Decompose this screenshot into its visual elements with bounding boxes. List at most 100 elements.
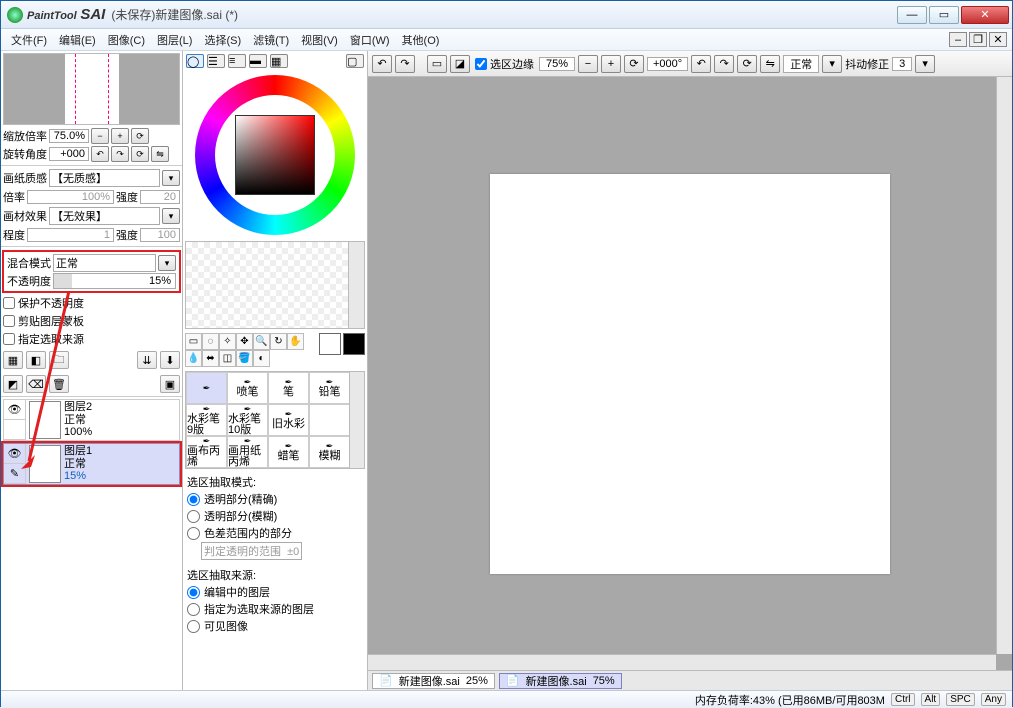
clear-layer-button[interactable]: ⌫ xyxy=(26,375,46,393)
hand-tool[interactable]: ✋ xyxy=(287,333,304,350)
undo-button[interactable]: ↶ xyxy=(372,55,392,73)
new-layer-button[interactable]: ▦ xyxy=(3,351,23,369)
brush-item[interactable]: ✒笔 xyxy=(268,372,309,404)
sel-extract-opt-0[interactable]: 透明部分(精确) xyxy=(187,491,363,507)
eyedropper-tool[interactable]: 💧 xyxy=(185,350,202,367)
visibility-icon[interactable]: 👁 xyxy=(4,444,25,464)
flatten-button[interactable]: ▣ xyxy=(160,375,180,393)
stabilize-value[interactable]: 3 xyxy=(892,57,912,71)
zoom-value[interactable]: 75.0% xyxy=(49,129,89,143)
layer-item[interactable]: 👁 图层2 正常 100% xyxy=(3,399,180,441)
navigator[interactable] xyxy=(3,53,180,125)
sel-extract-opt-2[interactable]: 色差范围内的部分 xyxy=(187,525,363,541)
swatches-mode-icon[interactable]: ▦ xyxy=(270,54,288,68)
flip-button[interactable]: ⇋ xyxy=(151,146,169,162)
brush-item[interactable]: ✒水彩笔10版 xyxy=(227,404,268,436)
toolbar-flip-button[interactable]: ⇋ xyxy=(760,55,780,73)
layer-item-selected[interactable]: 👁✎ 图层1 正常 15% xyxy=(3,443,180,485)
zoom-tool[interactable]: 🔍 xyxy=(253,333,270,350)
sv-box[interactable] xyxy=(235,115,315,195)
minimize-button[interactable]: — xyxy=(897,6,927,24)
brush-item[interactable]: ✒ xyxy=(186,372,227,404)
brush-item[interactable]: ✒旧水彩 xyxy=(268,404,309,436)
blend-mode-dropdown-icon[interactable]: ▾ xyxy=(158,255,176,271)
protect-opacity-checkbox[interactable]: 保护不透明度 xyxy=(3,295,180,311)
lasso-tool[interactable]: ◌ xyxy=(202,333,219,350)
scratchpad[interactable] xyxy=(185,241,365,329)
transfer-down-button[interactable]: ⇊ xyxy=(137,351,157,369)
gradient-tool[interactable]: ◐ xyxy=(253,350,270,367)
brush-item[interactable]: ✒铅笔 xyxy=(309,372,350,404)
move-sel-tool[interactable]: ⬌ xyxy=(202,350,219,367)
rotate-reset-button[interactable]: ⟳ xyxy=(131,146,149,162)
horizontal-scrollbar[interactable] xyxy=(368,654,996,670)
material-effect-dropdown-icon[interactable]: ▾ xyxy=(162,208,180,224)
visibility-icon[interactable]: 👁 xyxy=(4,400,25,420)
toolbar-rotate-cw-button[interactable]: ↷ xyxy=(714,55,734,73)
menu-select[interactable]: 选择(S) xyxy=(198,30,247,50)
doc-tab-active[interactable]: 📄新建图像.sai75% xyxy=(499,673,622,689)
hsv-slider-mode-icon[interactable]: ≡ xyxy=(228,54,246,68)
zoom-in-button[interactable]: + xyxy=(111,128,129,144)
selection-source-checkbox[interactable]: 指定选取来源 xyxy=(3,331,180,347)
edit-icon[interactable]: ✎ xyxy=(4,464,25,484)
toolbar-mode-select[interactable]: 正常 xyxy=(783,55,819,73)
gray-mode-icon[interactable]: ▬ xyxy=(249,54,267,68)
paper-texture-select[interactable]: 【无质感】 xyxy=(49,169,160,187)
toolbar-zoom-out-button[interactable]: − xyxy=(578,55,598,73)
move-tool[interactable]: ✥ xyxy=(236,333,253,350)
mdi-close-button[interactable]: ✕ xyxy=(989,32,1007,47)
close-button[interactable]: ✕ xyxy=(961,6,1009,24)
menu-view[interactable]: 视图(V) xyxy=(295,30,344,50)
scratchpad-mode-icon[interactable]: ▢ xyxy=(346,54,364,68)
paper-texture-dropdown-icon[interactable]: ▾ xyxy=(162,170,180,186)
toolbar-zoom-value[interactable]: 75% xyxy=(539,57,575,71)
rotate-cw-button[interactable]: ↷ xyxy=(111,146,129,162)
toolbar-mode-dropdown-icon[interactable]: ▾ xyxy=(822,55,842,73)
menu-edit[interactable]: 编辑(E) xyxy=(53,30,102,50)
new-folder-button[interactable]: 🗀 xyxy=(49,351,69,369)
scrollbar[interactable] xyxy=(349,372,364,468)
vertical-scrollbar[interactable] xyxy=(996,77,1012,654)
rgb-slider-mode-icon[interactable]: ☰ xyxy=(207,54,225,68)
add-mask-button[interactable]: ◩ xyxy=(3,375,23,393)
doc-tab[interactable]: 📄新建图像.sai25% xyxy=(372,673,495,689)
sel-extract-opt-1[interactable]: 透明部分(模糊) xyxy=(187,508,363,524)
canvas-area[interactable] xyxy=(368,77,1012,670)
rotate-ccw-button[interactable]: ↶ xyxy=(91,146,109,162)
toolbar-zoom-reset-button[interactable]: ⟳ xyxy=(624,55,644,73)
brush-item[interactable]: ✒画布丙烯 xyxy=(186,436,227,468)
toolbar-rotate-ccw-button[interactable]: ↶ xyxy=(691,55,711,73)
sel-edge-checkbox[interactable]: 选区边缘 xyxy=(475,56,534,72)
toolbar-zoom-in-button[interactable]: + xyxy=(601,55,621,73)
bg-color-swatch[interactable] xyxy=(343,333,365,355)
brush-item[interactable]: ✒蜡笔 xyxy=(268,436,309,468)
deselect-button[interactable]: ▭ xyxy=(427,55,447,73)
rotate-value[interactable]: +000 xyxy=(49,147,89,161)
menu-image[interactable]: 图像(C) xyxy=(102,30,151,50)
menu-other[interactable]: 其他(O) xyxy=(396,30,446,50)
toolbar-rotate-reset-button[interactable]: ⟳ xyxy=(737,55,757,73)
mdi-restore-button[interactable]: ❐ xyxy=(969,32,987,47)
scrollbar[interactable] xyxy=(348,242,364,328)
magic-wand-tool[interactable]: ✧ xyxy=(219,333,236,350)
sel-source-opt-0[interactable]: 编辑中的图层 xyxy=(187,584,363,600)
menu-window[interactable]: 窗口(W) xyxy=(344,30,396,50)
sel-source-opt-2[interactable]: 可见图像 xyxy=(187,618,363,634)
brush-item[interactable]: ✒水彩笔9版 xyxy=(186,404,227,436)
clip-mask-checkbox[interactable]: 剪贴图层蒙板 xyxy=(3,313,180,329)
opacity-slider[interactable]: 15% xyxy=(53,273,176,289)
menu-file[interactable]: 文件(F) xyxy=(5,30,53,50)
blend-mode-select[interactable]: 正常 xyxy=(53,254,156,272)
canvas[interactable] xyxy=(490,174,890,574)
menu-filter[interactable]: 滤镜(T) xyxy=(247,30,295,50)
brush-item[interactable]: ✒喷笔 xyxy=(227,372,268,404)
delete-layer-button[interactable]: 🗑 xyxy=(49,375,69,393)
stabilize-dropdown-icon[interactable]: ▾ xyxy=(915,55,935,73)
new-linework-button[interactable]: ◧ xyxy=(26,351,46,369)
rotate-tool[interactable]: ↻ xyxy=(270,333,287,350)
zoom-out-button[interactable]: − xyxy=(91,128,109,144)
brush-item[interactable]: ✒模糊 xyxy=(309,436,350,468)
color-wheel-mode-icon[interactable]: ◯ xyxy=(186,54,204,68)
transform-tool[interactable]: ◫ xyxy=(219,350,236,367)
